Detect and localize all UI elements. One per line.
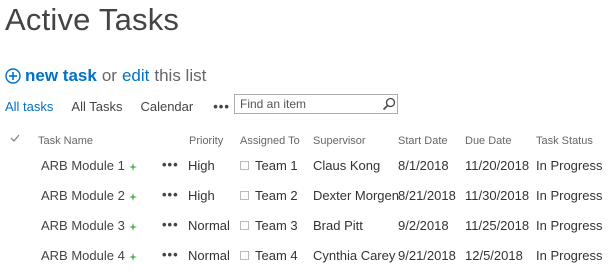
table-row[interactable]: ARB Module 1 ••• High Team 1 Claus Kong …: [0, 157, 614, 188]
header-task-status[interactable]: Task Status: [536, 135, 593, 147]
supervisor-cell: Claus Kong: [313, 158, 381, 173]
start-date-cell: 8/1/2018: [398, 158, 449, 173]
priority-cell: Normal: [188, 248, 230, 263]
supervisor-cell: Dexter Morgen: [313, 188, 399, 203]
header-priority[interactable]: Priority: [189, 135, 223, 147]
new-item-icon: [128, 162, 137, 171]
command-bar: new task or edit this list: [5, 64, 206, 88]
assigned-cell: Team 4: [240, 248, 298, 263]
due-date-cell: 11/20/2018: [465, 158, 530, 173]
view-all-tasks[interactable]: All Tasks: [71, 99, 122, 114]
edit-link[interactable]: edit: [122, 66, 149, 86]
task-title-link[interactable]: ARB Module 1: [41, 158, 137, 173]
row-menu-button[interactable]: •••: [162, 187, 179, 202]
new-item-icon: [128, 252, 137, 261]
start-date-cell: 9/21/2018: [398, 248, 456, 263]
search-input[interactable]: [235, 97, 380, 111]
task-title-link[interactable]: ARB Module 2: [41, 188, 137, 203]
page-title: Active Tasks: [5, 2, 180, 37]
status-cell: In Progress: [536, 158, 603, 173]
priority-cell: High: [188, 158, 215, 173]
due-date-cell: 11/25/2018: [465, 218, 530, 233]
due-date-cell: 11/30/2018: [465, 188, 530, 203]
due-date-cell: 12/5/2018: [465, 248, 523, 263]
start-date-cell: 8/21/2018: [398, 188, 456, 203]
person-placeholder-icon: [240, 191, 249, 201]
view-calendar[interactable]: Calendar: [140, 99, 193, 114]
supervisor-cell: Brad Pitt: [313, 218, 363, 233]
person-placeholder-icon: [240, 221, 249, 231]
assigned-cell: Team 3: [240, 218, 298, 233]
priority-cell: Normal: [188, 218, 230, 233]
status-cell: In Progress: [536, 248, 603, 263]
assigned-cell: Team 2: [240, 188, 298, 203]
table-row[interactable]: ARB Module 3 ••• Normal Team 3 Brad Pitt…: [0, 217, 614, 248]
status-cell: In Progress: [536, 218, 603, 233]
priority-cell: High: [188, 188, 215, 203]
add-circle-icon[interactable]: [5, 68, 21, 84]
row-menu-button[interactable]: •••: [162, 217, 179, 232]
new-task-link[interactable]: new task: [25, 66, 97, 86]
new-item-icon: [128, 222, 137, 231]
search-icon[interactable]: [382, 97, 396, 111]
task-title-link[interactable]: ARB Module 4: [41, 248, 137, 263]
views-more-button[interactable]: •••: [213, 99, 230, 114]
table-row[interactable]: ARB Module 4 ••• Normal Team 4 Cynthia C…: [0, 247, 614, 278]
view-all-tasks-lower[interactable]: All tasks: [5, 99, 53, 114]
header-due-date[interactable]: Due Date: [465, 135, 511, 147]
task-title-link[interactable]: ARB Module 3: [41, 218, 137, 233]
header-assigned-to[interactable]: Assigned To: [240, 135, 300, 147]
assigned-cell: Team 1: [240, 158, 298, 173]
row-menu-button[interactable]: •••: [162, 157, 179, 172]
person-placeholder-icon: [240, 251, 249, 261]
start-date-cell: 9/2/2018: [398, 218, 449, 233]
search-box: [234, 94, 398, 114]
header-start-date[interactable]: Start Date: [398, 135, 448, 147]
view-selector: All tasks All Tasks Calendar •••: [5, 96, 252, 116]
person-placeholder-icon: [240, 161, 249, 171]
table-row[interactable]: ARB Module 2 ••• High Team 2 Dexter Morg…: [0, 187, 614, 218]
row-menu-button[interactable]: •••: [162, 247, 179, 262]
header-supervisor[interactable]: Supervisor: [313, 135, 366, 147]
this-list-text: this list: [154, 66, 207, 85]
supervisor-cell: Cynthia Carey: [313, 248, 396, 263]
new-item-icon: [128, 192, 137, 201]
status-cell: In Progress: [536, 188, 603, 203]
or-text: or: [101, 66, 117, 85]
header-task-name[interactable]: Task Name: [38, 135, 93, 147]
select-all-checkmark-icon[interactable]: [10, 133, 20, 143]
